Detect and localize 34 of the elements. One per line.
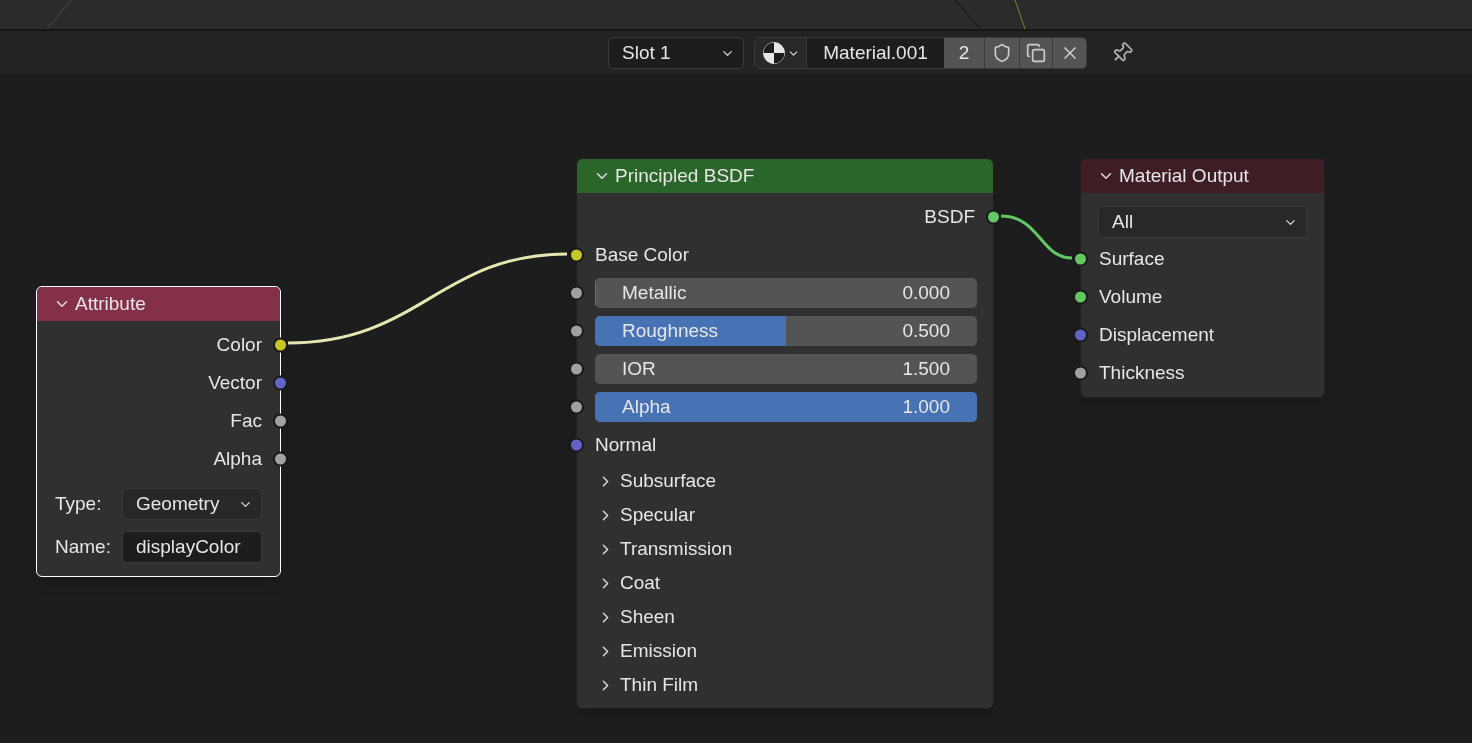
socket-label: Base Color (595, 242, 689, 267)
value-slider[interactable]: Metallic 0.000 (595, 278, 977, 308)
node-header[interactable]: Attribute (37, 287, 280, 321)
socket-label: Fac (230, 408, 262, 433)
node-header[interactable]: Principled BSDF (577, 159, 993, 193)
socket-label: Surface (1099, 246, 1165, 271)
node-title: Material Output (1119, 163, 1249, 188)
panel-toggle[interactable]: Specular (577, 498, 993, 532)
socket-label: Thickness (1099, 360, 1185, 385)
name-input-field[interactable]: displayColor (122, 531, 262, 563)
node-title: Attribute (75, 291, 146, 316)
value-slider[interactable]: Alpha 1.000 (595, 392, 977, 422)
panel-toggle[interactable]: Transmission (577, 532, 993, 566)
field-label: Name: (55, 534, 112, 559)
type-dropdown[interactable]: Geometry (122, 488, 262, 520)
field-label: Type: (55, 491, 103, 516)
number-field[interactable]: IOR 1.500 (595, 354, 977, 384)
socket-label: Color (216, 332, 262, 357)
socket-label: Vector (208, 370, 262, 395)
target-dropdown[interactable]: All (1098, 206, 1307, 238)
slot-dropdown[interactable]: Slot 1 (608, 37, 744, 69)
panel-toggle[interactable]: Subsurface (577, 464, 993, 498)
socket-label: Volume (1099, 284, 1163, 309)
value-slider[interactable]: Roughness 0.500 (595, 316, 977, 346)
panel-toggle[interactable]: Emission (577, 634, 993, 668)
socket-label: Displacement (1099, 322, 1215, 347)
panel-toggle[interactable]: Sheen (577, 600, 993, 634)
panel-toggle[interactable]: Coat (577, 566, 993, 600)
socket-label: Normal (595, 432, 657, 457)
node-title: Principled BSDF (615, 163, 755, 188)
socket-label: Alpha (213, 446, 262, 471)
node-header[interactable]: Material Output (1081, 159, 1324, 193)
socket-label: BSDF (924, 204, 975, 229)
panel-toggle[interactable]: Thin Film (577, 668, 993, 702)
